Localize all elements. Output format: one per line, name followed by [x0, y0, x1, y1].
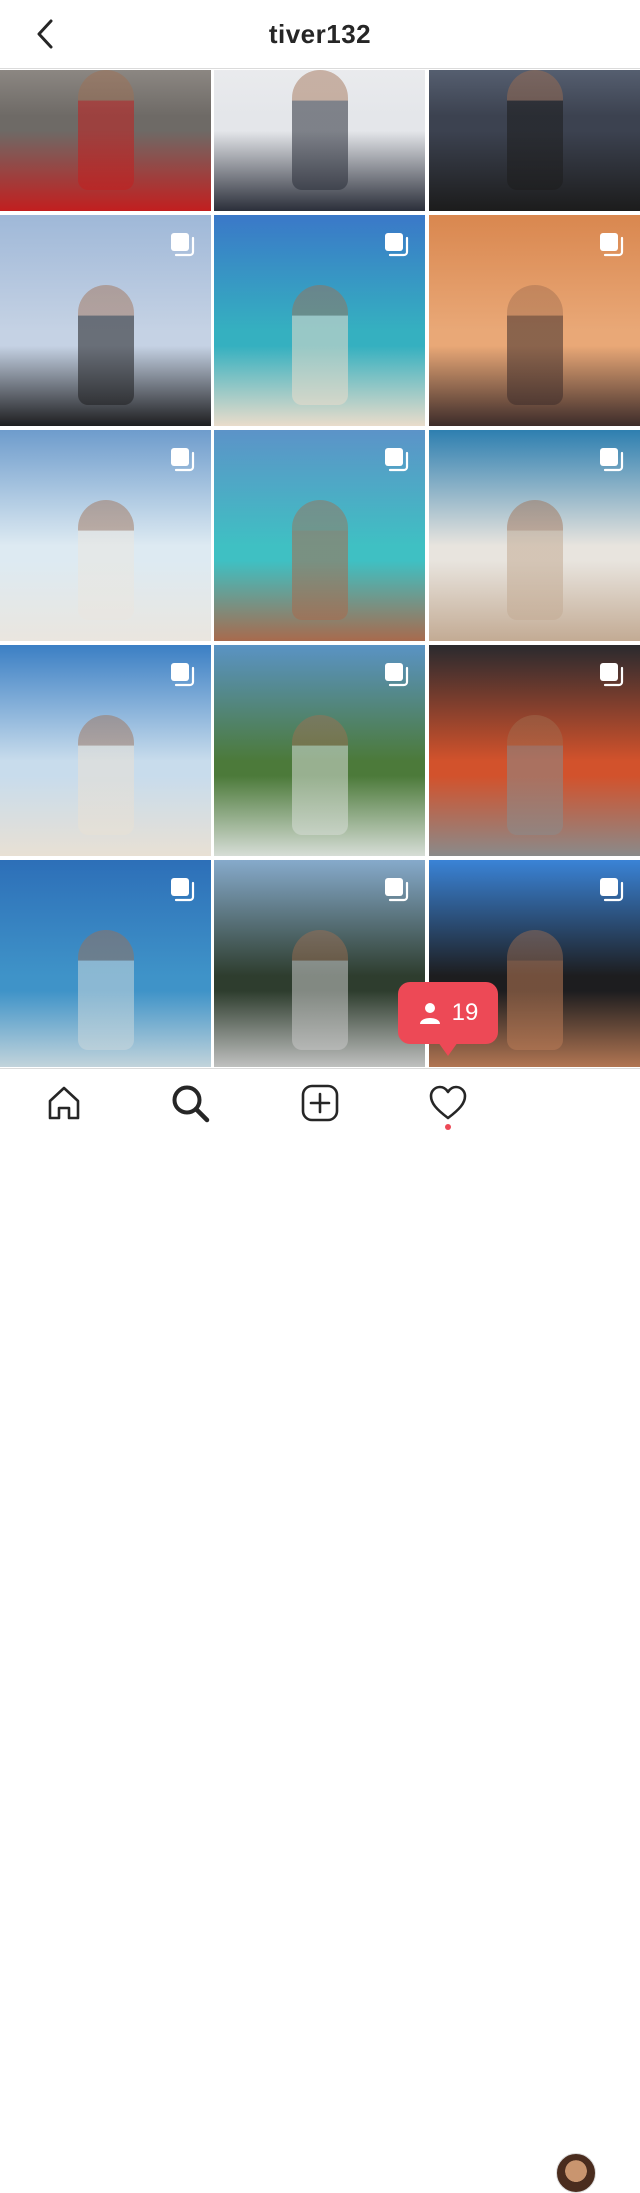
photo-subject — [78, 715, 134, 835]
tab-profile-avatar[interactable] — [556, 2153, 596, 2193]
carousel-icon — [171, 663, 195, 687]
photo-subject — [292, 930, 348, 1050]
tab-activity[interactable] — [426, 1081, 470, 1125]
grid-photo-standing-in-shallow-water-hills[interactable] — [214, 645, 425, 856]
tab-new-post[interactable] — [298, 1081, 342, 1125]
photo-grid — [0, 70, 640, 1067]
carousel-icon — [385, 878, 409, 902]
carousel-icon — [171, 878, 195, 902]
carousel-icon — [385, 233, 409, 257]
profile-username: tiver132 — [268, 18, 372, 49]
grid-photo-standing-in-sea-blue-sky[interactable] — [0, 860, 211, 1067]
carousel-icon — [600, 448, 624, 472]
search-icon — [172, 1085, 210, 1123]
grid-photo-shaka-selfie-beach[interactable] — [214, 430, 425, 641]
photo-subject — [292, 500, 348, 620]
carousel-icon — [385, 448, 409, 472]
carousel-icon — [600, 878, 624, 902]
photo-subject — [292, 715, 348, 835]
chevron-left-icon — [37, 19, 53, 49]
notification-badge[interactable]: 19 — [398, 982, 498, 1058]
tab-home[interactable] — [42, 1081, 86, 1125]
grid-photo-beach-back-view-blue-water[interactable] — [214, 215, 425, 426]
grid-photo-man-holding-sphynx-cat-red-blanket[interactable] — [0, 70, 211, 211]
carousel-icon — [600, 663, 624, 687]
grid-photo-selfie-beanie-headphones-city[interactable] — [0, 215, 211, 426]
carousel-icon — [385, 663, 409, 687]
photo-subject — [507, 70, 563, 190]
home-icon — [48, 1086, 80, 1120]
photo-subject — [78, 70, 134, 190]
person-icon — [419, 1003, 440, 1024]
bottom-tab-bar — [0, 1068, 640, 2193]
grid-photo-walking-on-white-beach[interactable] — [0, 430, 211, 641]
heart-icon — [429, 1085, 467, 1120]
top-bar: tiver132 — [0, 0, 640, 69]
grid-photo-man-on-skyscraper-glass-deck[interactable] — [429, 70, 640, 211]
grid-photo-lying-on-sand-waves[interactable] — [429, 430, 640, 641]
grid-photo-gym-mirror-selfie-orange-machines[interactable] — [429, 645, 640, 856]
grid-photo-man-in-snow-dark-jacket[interactable] — [214, 70, 425, 211]
activity-dot — [445, 1124, 451, 1130]
photo-subject — [507, 930, 563, 1050]
grid-photo-holding-baby-mountain-lake[interactable] — [214, 860, 425, 1067]
tab-search[interactable] — [168, 1081, 212, 1125]
photo-subject — [507, 285, 563, 405]
carousel-icon — [600, 233, 624, 257]
photo-subject — [507, 500, 563, 620]
carousel-icon — [171, 448, 195, 472]
photo-subject — [78, 930, 134, 1050]
photo-subject — [507, 715, 563, 835]
photo-subject — [78, 500, 134, 620]
photo-subject — [292, 285, 348, 405]
photo-subject — [292, 70, 348, 190]
grid-photo-sunset-beach-silhouette[interactable] — [429, 215, 640, 426]
plus-square-icon — [301, 1084, 339, 1122]
back-button[interactable] — [28, 16, 62, 52]
notification-count: 19 — [451, 999, 479, 1026]
grid-photo-breakdance-freeze-beach[interactable] — [0, 645, 211, 856]
carousel-icon — [171, 233, 195, 257]
photo-subject — [78, 285, 134, 405]
